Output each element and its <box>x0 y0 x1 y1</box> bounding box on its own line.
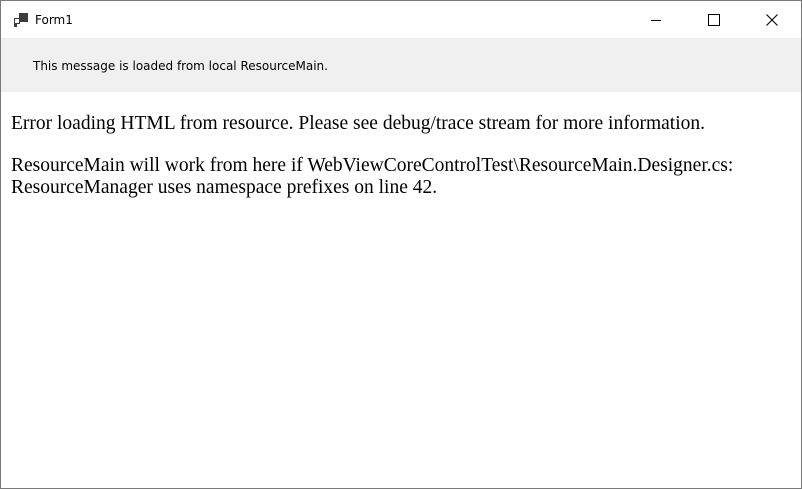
minimize-icon <box>651 15 661 25</box>
close-button[interactable] <box>743 1 801 38</box>
web-view-content[interactable]: Error loading HTML from resource. Please… <box>1 92 801 488</box>
info-message-label: This message is loaded from local Resour… <box>33 59 328 73</box>
detail-message: ResourceMain will work from here if WebV… <box>11 155 796 199</box>
maximize-button[interactable] <box>685 1 743 38</box>
windows-forms-app-icon[interactable] <box>13 12 29 28</box>
window-title: Form1 <box>35 13 73 27</box>
info-panel: This message is loaded from local Resour… <box>1 38 801 92</box>
title-bar[interactable]: Form1 <box>1 1 801 38</box>
minimize-button[interactable] <box>627 1 685 38</box>
detail-message-line-1: ResourceMain will work from here if WebV… <box>11 155 734 176</box>
maximize-icon <box>708 13 720 26</box>
form1-window: Form1 This message is loaded from local … <box>0 0 802 489</box>
error-message: Error loading HTML from resource. Please… <box>11 113 705 134</box>
detail-message-line-2: ResourceManager uses namespace prefixes … <box>11 177 438 198</box>
close-icon <box>766 13 778 26</box>
